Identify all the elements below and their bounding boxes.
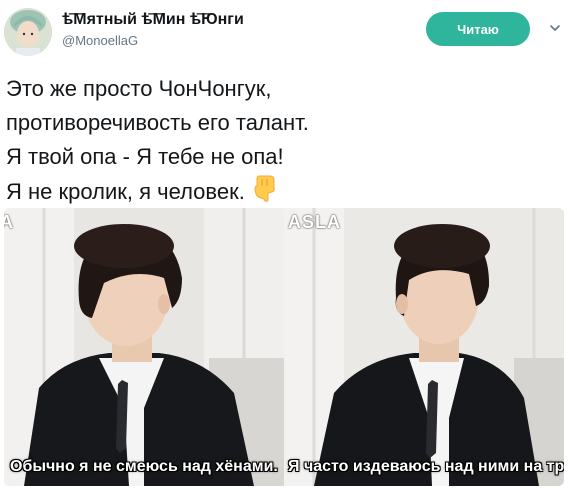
tweet-line: Я не кролик, я человек. — [6, 178, 245, 204]
watermark: ASLA — [288, 212, 341, 232]
chevron-down-icon[interactable] — [549, 22, 561, 34]
watermark: A — [4, 212, 14, 232]
subtitle-right: Я часто издеваюсь над ними на тр — [288, 458, 564, 475]
follow-button[interactable]: Читаю — [426, 12, 530, 46]
display-name[interactable]: ѣ͞Мятный ѣ͞Мин ѣ͞Юнги — [62, 10, 244, 30]
tweet-text: Это же просто ЧонЧонгук, противоречивост… — [6, 72, 566, 212]
tweet-line-with-emoji: Я не кролик, я человек. — [6, 174, 566, 212]
media-frame-right[interactable]: ASLA Я часто издеваюсь над ними на тр — [284, 208, 564, 486]
tweet-line: противоречивость его талант. — [6, 110, 309, 135]
user-info: ѣ͞Мятный ѣ͞Мин ѣ͞Юнги @MonoellaG — [62, 10, 244, 50]
tweet-media[interactable]: A Обычно я не смеюсь над хёнами. ASLA Я … — [4, 208, 564, 486]
tweet: ѣ͞Мятный ѣ͞Мин ѣ͞Юнги @MonoellaG Читаю Э… — [0, 0, 574, 492]
subtitle-left: Обычно я не смеюсь над хёнами. — [10, 458, 278, 475]
avatar[interactable] — [4, 8, 52, 56]
tweet-line: Это же просто ЧонЧонгук, — [6, 76, 272, 101]
user-avatar-icon — [4, 8, 52, 56]
media-frame-left[interactable]: A Обычно я не смеюсь над хёнами. — [4, 208, 284, 486]
user-handle[interactable]: @MonoellaG — [62, 32, 244, 50]
tweet-line: Я твой опа - Я тебе не опа! — [6, 144, 284, 169]
pointing-down-hand-icon — [253, 174, 279, 212]
photo-left — [4, 208, 284, 486]
photo-right — [284, 208, 564, 486]
